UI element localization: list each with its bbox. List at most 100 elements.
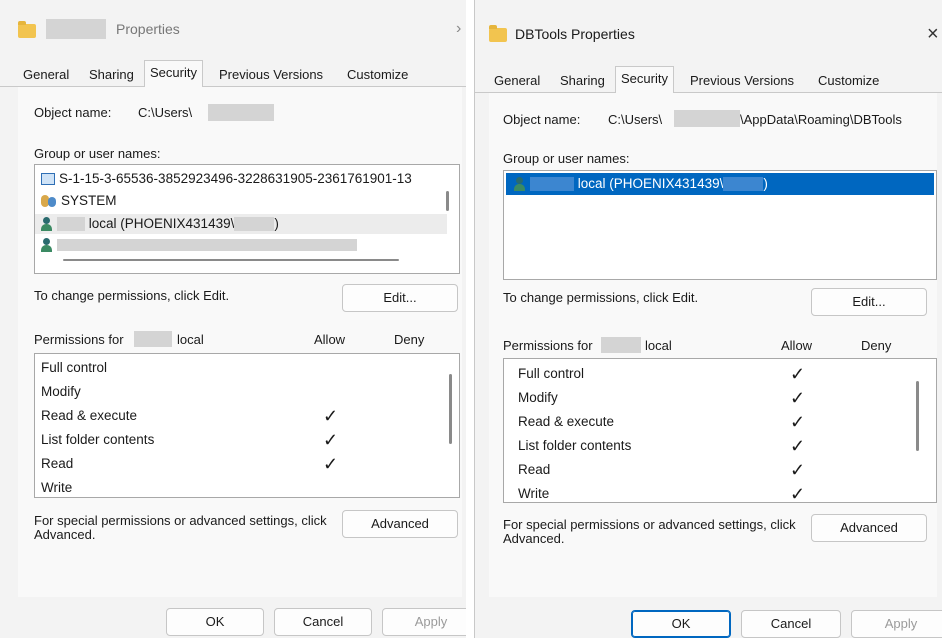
deny-column-header: Deny <box>861 338 892 353</box>
left-window-title: Properties <box>116 21 180 37</box>
vertical-scrollbar-thumb[interactable] <box>446 191 449 211</box>
permissions-user-label: local <box>645 338 672 353</box>
permissions-for-label: Permissions for <box>503 338 593 353</box>
permission-row: Read & execute <box>518 414 615 429</box>
allow-check-icon: ✓ <box>790 364 806 384</box>
right-user-list[interactable]: local (PHOENIX431439\) <box>503 170 937 280</box>
permission-row: List folder contents <box>41 432 155 447</box>
object-name-value: C:\Users\ <box>138 105 193 120</box>
tab-sharing[interactable]: Sharing <box>555 70 610 91</box>
allow-check-icon: ✓ <box>323 454 339 474</box>
object-name-label: Object name: <box>34 105 112 120</box>
left-user-list[interactable]: S-1-15-3-65536-3852923496-3228631905-236… <box>34 164 460 274</box>
chevron-right-icon: › <box>456 20 462 37</box>
vertical-scrollbar-thumb[interactable] <box>916 381 919 451</box>
tab-customize[interactable]: Customize <box>342 64 413 85</box>
redacted-username <box>723 177 764 192</box>
tab-general[interactable]: General <box>18 64 74 85</box>
allow-check-icon: ✓ <box>790 436 806 456</box>
cancel-button[interactable]: Cancel <box>741 610 841 638</box>
object-name-label: Object name: <box>503 112 581 127</box>
permission-row: Read & execute <box>41 408 138 423</box>
permissions-user-label: local <box>177 332 204 347</box>
tab-customize[interactable]: Customize <box>813 70 884 91</box>
cancel-button[interactable]: Cancel <box>274 608 372 636</box>
user-entry-system: SYSTEM <box>61 193 117 208</box>
permission-row: Read <box>518 462 551 477</box>
right-title-bar: DBTools Properties × <box>475 0 942 58</box>
allow-column-header: Allow <box>314 332 346 347</box>
ok-button[interactable]: OK <box>631 610 731 638</box>
right-window-title: DBTools Properties <box>515 26 635 42</box>
redacted-username <box>234 217 275 232</box>
right-permissions-list: Full control Modify Read & execute List … <box>503 358 937 503</box>
tab-previous-versions[interactable]: Previous Versions <box>685 70 799 91</box>
redacted-username <box>601 337 641 353</box>
left-button-bar: OK Cancel Apply <box>0 602 466 638</box>
group-icon <box>41 195 57 208</box>
close-icon[interactable]: × <box>927 24 939 44</box>
tab-general[interactable]: General <box>489 70 545 91</box>
tab-previous-versions[interactable]: Previous Versions <box>214 64 328 85</box>
tab-security[interactable]: Security <box>144 60 203 88</box>
group-or-user-names-label: Group or user names: <box>34 146 161 161</box>
redacted-folder-name <box>46 19 106 39</box>
vertical-scrollbar-thumb[interactable] <box>449 374 452 444</box>
permission-row: Full control <box>518 366 585 381</box>
permission-row: Modify <box>41 384 81 399</box>
allow-column-header: Allow <box>781 338 813 353</box>
deny-column-header: Deny <box>394 332 425 347</box>
special-permissions-text: For special permissions or advanced sett… <box>34 513 327 542</box>
object-name-prefix: C:\Users\ <box>608 112 663 127</box>
permission-row: Write <box>518 486 550 501</box>
advanced-button[interactable]: Advanced <box>811 514 927 542</box>
left-tab-strip: General Sharing Security Previous Versio… <box>0 60 466 88</box>
left-properties-dialog: Properties › General Sharing Security Pr… <box>0 0 467 638</box>
left-permissions-list: Full control Modify Read & execute List … <box>34 353 460 498</box>
user-icon <box>41 238 53 253</box>
edit-button[interactable]: Edit... <box>811 288 927 316</box>
permission-row: Full control <box>41 360 108 375</box>
tab-sharing[interactable]: Sharing <box>84 64 139 85</box>
change-permissions-text: To change permissions, click Edit. <box>34 288 230 303</box>
redacted-username <box>530 177 574 192</box>
tab-security[interactable]: Security <box>615 66 674 94</box>
list-item[interactable]: SYSTEM <box>41 191 117 211</box>
list-item-selected[interactable]: local (PHOENIX431439\) <box>506 173 934 195</box>
right-properties-dialog: DBTools Properties × General Sharing Sec… <box>474 0 942 638</box>
allow-check-icon: ✓ <box>790 460 806 480</box>
horizontal-scrollbar-thumb[interactable] <box>63 259 399 261</box>
change-permissions-text: To change permissions, click Edit. <box>503 290 699 305</box>
redacted-username <box>57 217 85 232</box>
right-tab-strip: General Sharing Security Previous Versio… <box>475 66 942 94</box>
advanced-button[interactable]: Advanced <box>342 510 458 538</box>
list-item[interactable]: S-1-15-3-65536-3852923496-3228631905-236… <box>41 169 412 189</box>
user-entry-sid: S-1-15-3-65536-3852923496-3228631905-236… <box>59 171 412 186</box>
object-name-suffix: \AppData\Roaming\DBTools <box>740 112 902 127</box>
list-item[interactable]: local (PHOENIX431439\) <box>35 214 447 234</box>
user-entry-local-end: ) <box>763 176 768 191</box>
permission-row: Read <box>41 456 74 471</box>
special-permissions-text: For special permissions or advanced sett… <box>503 517 796 546</box>
allow-check-icon: ✓ <box>323 406 339 426</box>
user-icon <box>41 217 53 232</box>
redacted-username <box>208 104 274 121</box>
allow-check-icon: ✓ <box>790 412 806 432</box>
apply-button[interactable]: Apply <box>382 608 466 636</box>
permissions-for-label: Permissions for <box>34 332 124 347</box>
ok-button[interactable]: OK <box>166 608 264 636</box>
edit-button[interactable]: Edit... <box>342 284 458 312</box>
user-entry-local: local (PHOENIX431439\ <box>88 216 235 231</box>
left-title-bar: Properties › <box>0 0 466 58</box>
list-item[interactable] <box>41 235 357 255</box>
redacted-username <box>134 331 172 347</box>
apply-button[interactable]: Apply <box>851 610 942 638</box>
folder-icon <box>489 25 507 42</box>
permission-row: Modify <box>518 390 558 405</box>
security-id-icon <box>41 173 55 186</box>
group-or-user-names-label: Group or user names: <box>503 151 630 166</box>
allow-check-icon: ✓ <box>790 484 806 503</box>
allow-check-icon: ✓ <box>323 430 339 450</box>
redacted-username <box>674 110 740 127</box>
right-button-bar: OK Cancel Apply <box>475 602 942 638</box>
